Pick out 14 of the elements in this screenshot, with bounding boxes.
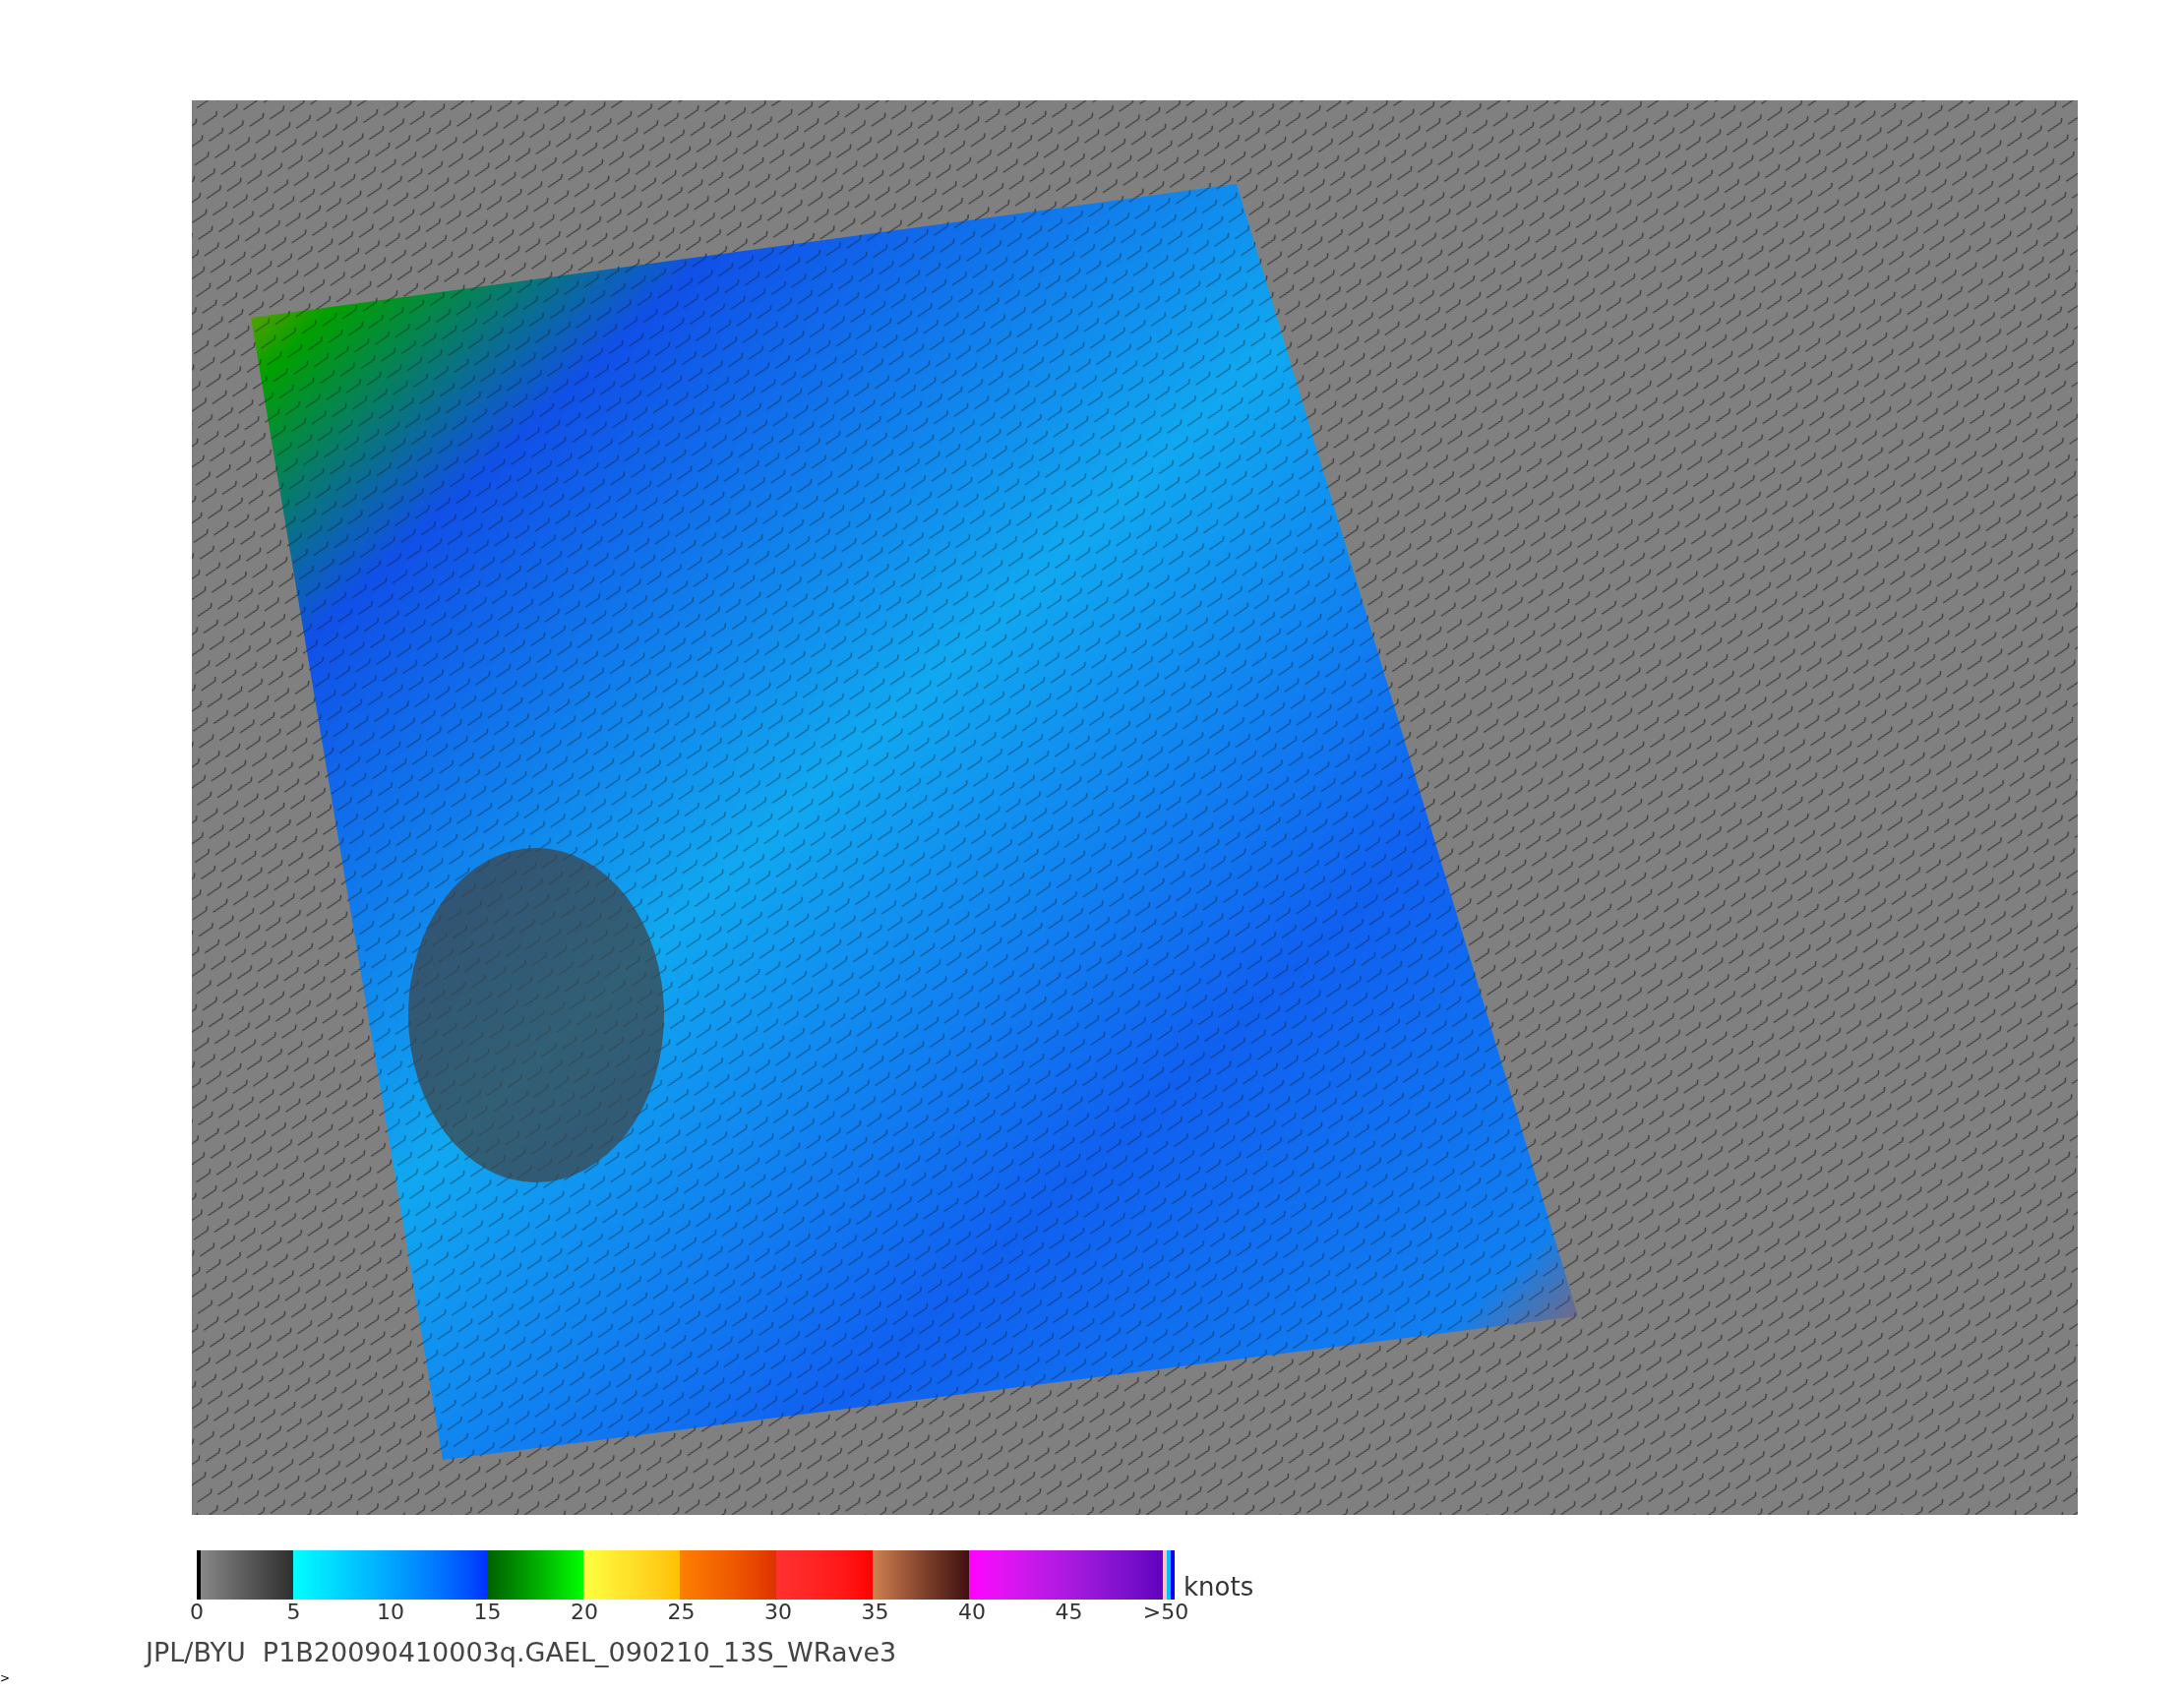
tick-label: 25 — [667, 1601, 696, 1623]
tick-label: 45 — [1055, 1601, 1083, 1623]
tick-label: 10 — [377, 1601, 404, 1623]
unit-label: knots — [1183, 1574, 1254, 1600]
tick-label: 5 — [286, 1601, 301, 1623]
tick-label: 40 — [958, 1601, 986, 1623]
caption-text: JPL/BYU P1B20090410003q.GAEL_090210_13S_WRave3 — [146, 1637, 897, 1667]
tick-label: >50 — [1142, 1601, 1189, 1623]
tick-label: 0 — [190, 1601, 204, 1623]
tick-label: 15 — [473, 1601, 502, 1623]
corner-mark: > — [0, 1672, 11, 1684]
tick-label: 35 — [861, 1601, 889, 1623]
tick-label: 20 — [571, 1601, 598, 1623]
tick-label: 30 — [764, 1601, 792, 1623]
